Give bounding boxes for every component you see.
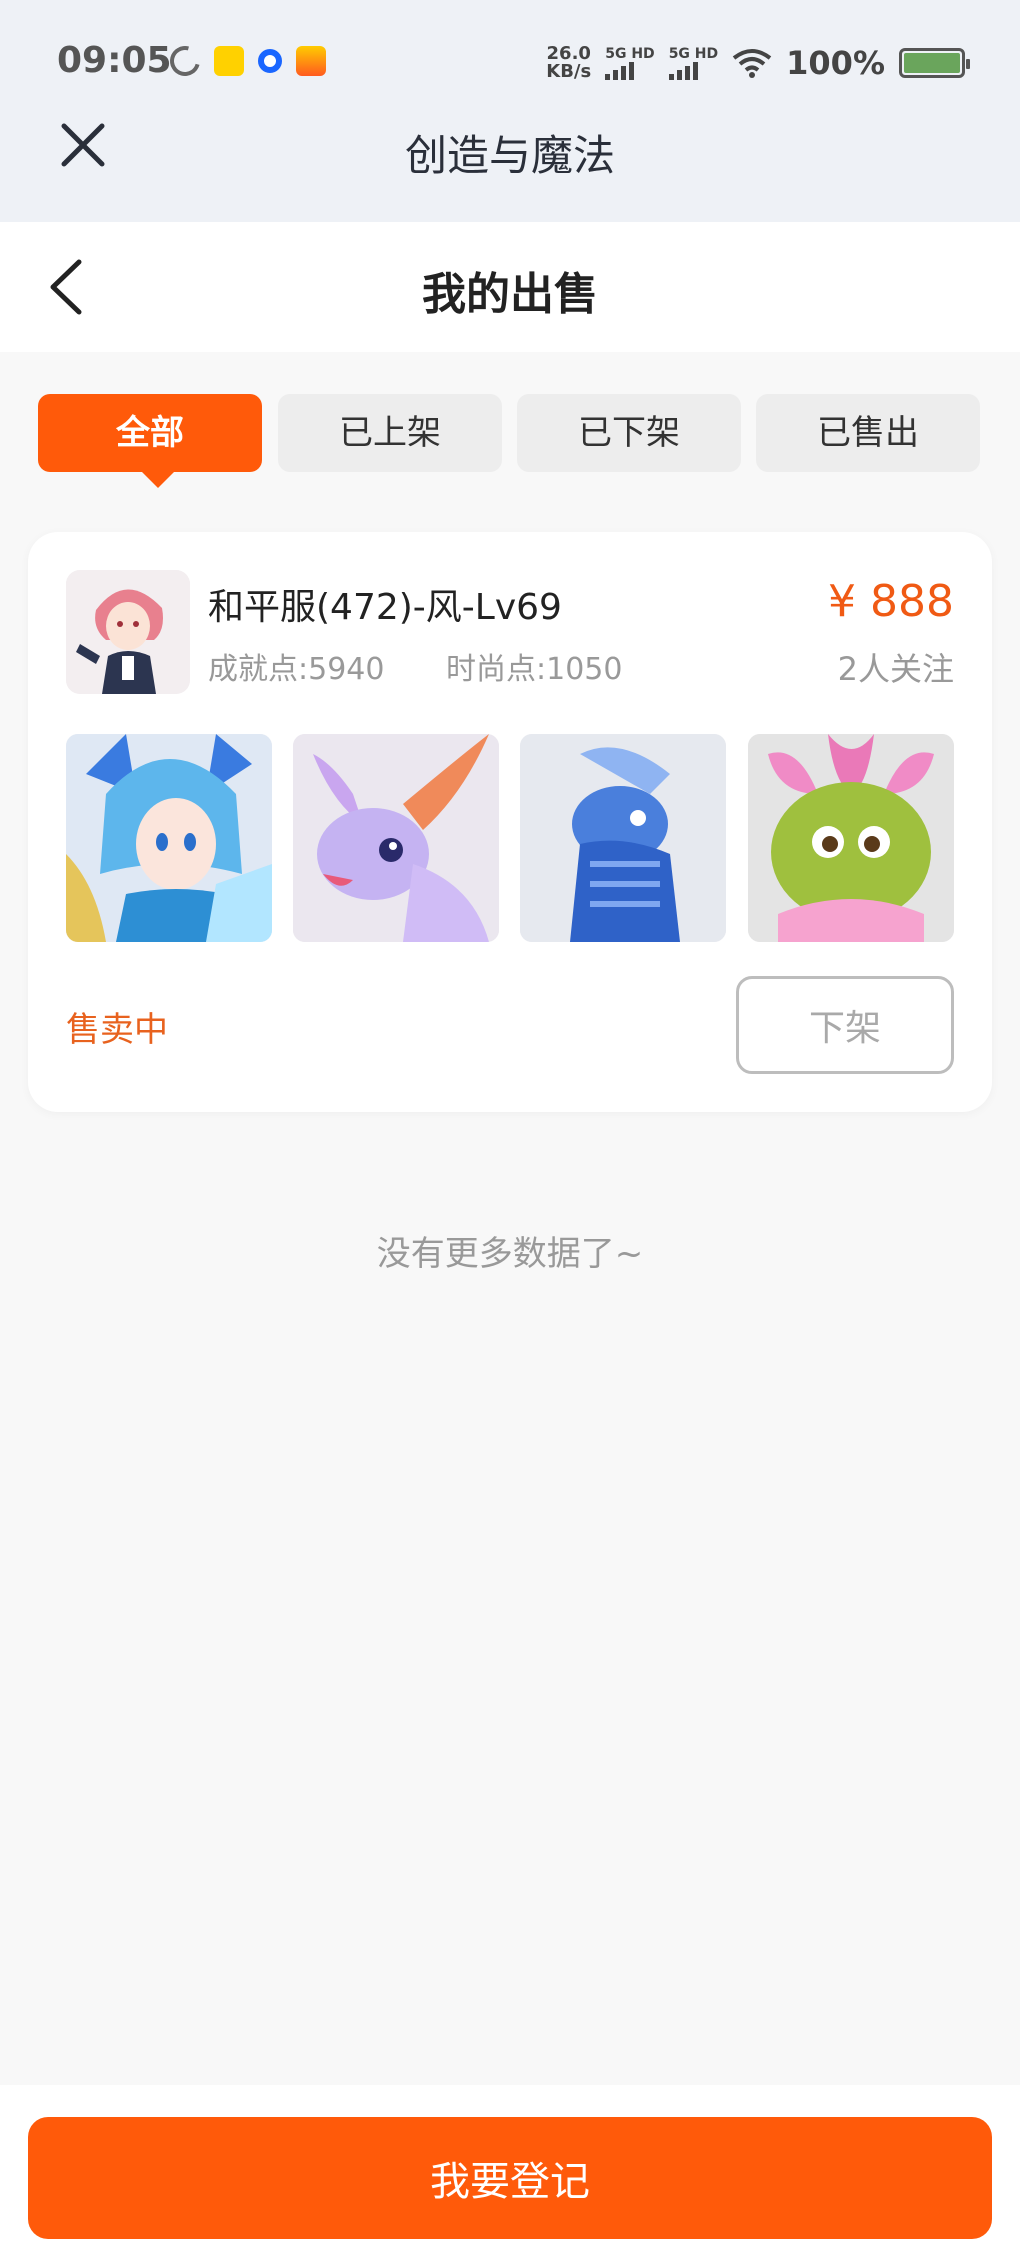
tab-delisted[interactable]: 已下架 xyxy=(517,394,741,472)
moon-icon xyxy=(164,40,206,82)
net-speed: 26.0 KB/s xyxy=(546,43,592,82)
battery-icon xyxy=(899,48,970,78)
register-button[interactable]: 我要登记 xyxy=(28,2117,992,2239)
status-time: 09:05 xyxy=(57,40,172,81)
page-title: 我的出售 xyxy=(422,269,598,320)
listing-status: 售卖中 xyxy=(66,1010,168,1050)
no-more-data-text: 没有更多数据了~ xyxy=(376,1234,644,1274)
follower-count: 2人关注 xyxy=(837,650,954,688)
notification-icons xyxy=(164,40,326,82)
character-avatar xyxy=(66,570,190,694)
listing-price: ¥ 888 xyxy=(828,576,954,627)
wifi-icon xyxy=(732,49,772,78)
app-notification-icon xyxy=(258,49,282,73)
achievement-points: 成就点:5940 xyxy=(208,652,385,687)
thumbnail-blue-hair-character[interactable] xyxy=(66,734,272,942)
app-header xyxy=(0,0,1020,222)
filter-tabs: 全部 已上架 已下架 已售出 xyxy=(38,394,982,488)
thumbnail-blue-dragon-mount[interactable] xyxy=(520,734,726,942)
sim2-signal-icon: 5G HD xyxy=(668,46,718,80)
taobao-icon xyxy=(296,46,326,76)
app-title: 创造与魔法 xyxy=(404,131,615,180)
tab-listed[interactable]: 已上架 xyxy=(278,394,502,472)
tab-sold[interactable]: 已售出 xyxy=(756,394,980,472)
meituan-icon xyxy=(214,46,244,76)
tab-all[interactable]: 全部 xyxy=(38,394,262,488)
delist-button[interactable]: 下架 xyxy=(736,976,954,1074)
listing-title: 和平服(472)-风-Lv69 xyxy=(208,587,562,628)
sim1-signal-icon: 5G HD xyxy=(605,46,655,80)
status-right: 26.0 KB/s 5G HD 5G HD 100% xyxy=(546,43,970,82)
battery-percent: 100% xyxy=(786,44,885,82)
thumbnail-purple-dragon-pet[interactable] xyxy=(293,734,499,942)
fashion-points: 时尚点:1050 xyxy=(446,652,623,687)
listing-card[interactable]: 和平服(472)-风-Lv69 成就点:5940 时尚点:1050 ¥ 888 … xyxy=(28,532,992,1112)
thumbnail-green-flower-pet[interactable] xyxy=(748,734,954,942)
item-thumbnails xyxy=(66,734,954,942)
